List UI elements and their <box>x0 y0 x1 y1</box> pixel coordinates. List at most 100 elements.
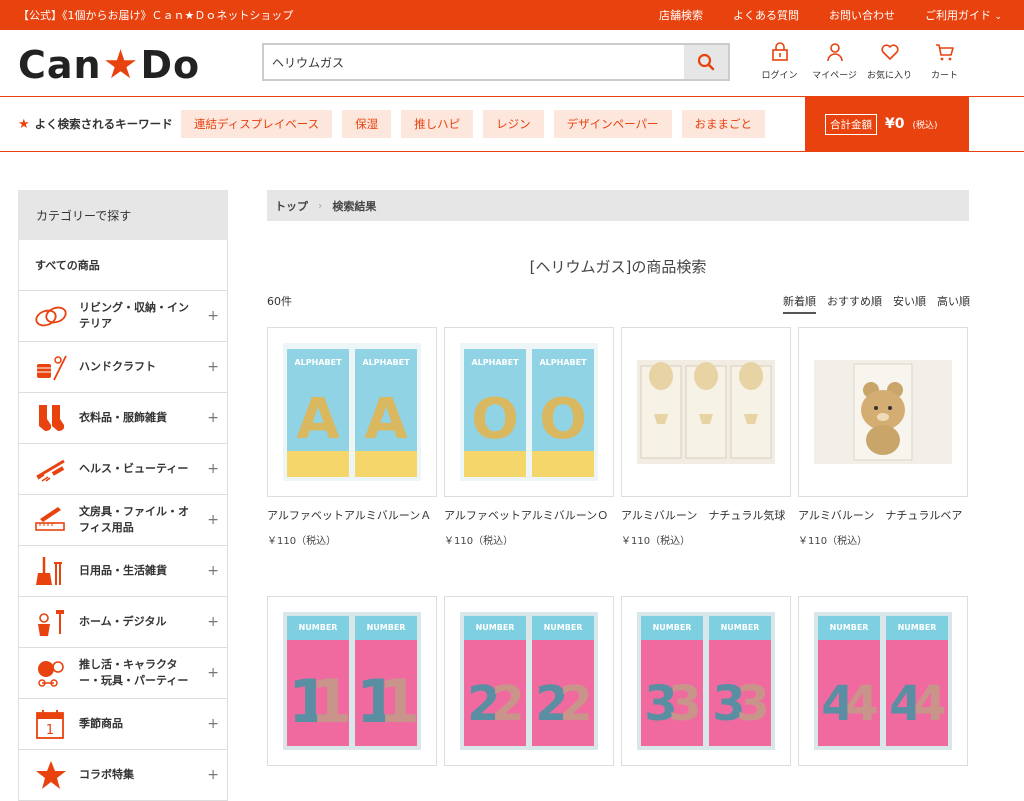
sidebar-item-beauty[interactable]: ヘルス・ビューティー + <box>18 444 228 495</box>
letter-o-gold: O <box>471 387 519 452</box>
product-image[interactable]: NUMBER NUMBER 3 3 3 3 <box>621 596 791 766</box>
sidebar-item-label: ハンドクラフト <box>79 360 156 373</box>
product-card[interactable]: NUMBER NUMBER 3 3 3 3 <box>621 596 791 766</box>
product-image[interactable]: ALPHABET ALPHABET A A <box>267 327 437 497</box>
total-tax: (税込) <box>912 120 938 131</box>
number-1-rose: 1 <box>310 667 352 737</box>
sidebar-item-home[interactable]: ホーム・デジタル + <box>18 597 228 648</box>
result-count: 60件 <box>267 295 292 308</box>
header-icons: ログイン マイページ お気に入り カート <box>752 42 972 81</box>
sidebar-item-label: ホーム・デジタル <box>79 615 167 628</box>
product-price: ￥110（税込） <box>267 536 337 547</box>
keyword-chip[interactable]: 保湿 <box>342 110 392 138</box>
sidebar-item-label: 季節商品 <box>79 717 123 730</box>
shop-name[interactable]: 【公式】《1個からお届け》Ｃａｎ★Ｄｏネットショップ <box>18 7 293 23</box>
svg-text:NUMBER: NUMBER <box>299 623 338 632</box>
sidebar-item-living[interactable]: リビング・収納・インテリア + <box>18 291 228 342</box>
product-name[interactable]: アルミバルーン ナチュラルベア <box>798 507 968 524</box>
product-image[interactable]: NUMBER NUMBER 1 1 1 1 <box>267 596 437 766</box>
search-button[interactable] <box>684 45 728 79</box>
logo-left: Can <box>18 43 102 87</box>
sidebar-item-seasonal[interactable]: 1 季節商品 + <box>18 699 228 750</box>
letter-o-gold: O <box>539 387 587 452</box>
person-icon <box>826 43 843 62</box>
heart-icon <box>880 44 899 60</box>
category-sidebar: カテゴリーで探す すべての商品 リビング・収納・インテリア + ハンドクラフト … <box>18 190 228 801</box>
keyword-chip[interactable]: おままごと <box>681 110 766 138</box>
product-card[interactable]: ALPHABET ALPHABET A A アルファベットアルミバルーンＡ ￥1… <box>267 327 437 547</box>
sidebar-item-daily[interactable]: 日用品・生活雑貨 + <box>18 546 228 597</box>
svg-text:1: 1 <box>46 723 54 738</box>
search-box <box>262 43 730 81</box>
keyword-chip[interactable]: デザインペーパー <box>553 110 672 138</box>
product-card[interactable]: NUMBER NUMBER 2 2 2 2 <box>444 596 614 766</box>
product-name[interactable]: アルファベットアルミバルーンＯ <box>444 507 614 524</box>
product-image[interactable] <box>798 327 968 497</box>
plus-icon: + <box>207 614 219 630</box>
sort-expensive[interactable]: 高い順 <box>937 293 970 314</box>
breadcrumb-top[interactable]: トップ <box>275 198 308 214</box>
product-card[interactable]: NUMBER NUMBER 1 1 1 1 <box>267 596 437 766</box>
sort-newest[interactable]: 新着順 <box>783 293 816 314</box>
keyword-title: ★ よく検索されるキーワード <box>18 116 173 132</box>
contact-link[interactable]: お問い合わせ <box>829 7 895 23</box>
stationery-icon <box>33 503 69 537</box>
product-image[interactable]: NUMBER NUMBER 4 4 4 4 <box>798 596 968 766</box>
guide-link[interactable]: ご利用ガイド ⌄ <box>925 7 1002 23</box>
product-card[interactable]: NUMBER NUMBER 4 4 4 4 <box>798 596 968 766</box>
search-input[interactable] <box>264 45 684 79</box>
cart-total[interactable]: 合計金額 ¥0 (税込) <box>805 97 969 151</box>
sidebar-item-label: 推し活・キャラクター・玩具・パーティー <box>79 658 189 687</box>
faq-link[interactable]: よくある質問 <box>733 7 799 23</box>
favorites-button[interactable]: お気に入り <box>862 42 917 81</box>
sort-recommended[interactable]: おすすめ順 <box>827 293 882 314</box>
svg-text:ALPHABET: ALPHABET <box>539 358 587 367</box>
socks-icon <box>33 401 69 435</box>
sort-cheapest[interactable]: 安い順 <box>893 293 926 314</box>
keyword-list: 連結ディスプレイベース 保湿 推しハピ レジン デザインペーパー おままごと <box>181 110 766 138</box>
keyword-chip[interactable]: 連結ディスプレイベース <box>181 110 333 138</box>
product-card[interactable]: アルミバルーン ナチュラル気球 ￥110（税込） <box>621 327 791 547</box>
plus-icon: + <box>207 563 219 579</box>
chevron-down-icon: ⌄ <box>994 12 1002 22</box>
svg-text:NUMBER: NUMBER <box>721 623 760 632</box>
number-2-rose: 2 <box>491 676 524 732</box>
sidebar-item-party[interactable]: 推し活・キャラクター・玩具・パーティー + <box>18 648 228 699</box>
keyword-chip[interactable]: 推しハピ <box>401 110 474 138</box>
mypage-button[interactable]: マイページ <box>807 42 862 81</box>
cart-button[interactable]: カート <box>917 42 972 81</box>
sidebar-item-handcraft[interactable]: ハンドクラフト + <box>18 342 228 393</box>
store-search-link[interactable]: 店舗検索 <box>659 7 703 23</box>
logo[interactable]: Can ★ Do <box>18 42 200 88</box>
top-links: 店舗検索 よくある質問 お問い合わせ ご利用ガイド ⌄ <box>659 7 1002 23</box>
product-card[interactable]: アルミバルーン ナチュラルベア ￥110（税込） <box>798 327 968 547</box>
product-name[interactable]: アルミバルーン ナチュラル気球 <box>621 507 791 524</box>
plus-icon: + <box>207 359 219 375</box>
svg-text:ALPHABET: ALPHABET <box>294 358 342 367</box>
sort-options: 新着順 おすすめ順 安い順 高い順 <box>783 293 970 314</box>
sidebar-item-label: 日用品・生活雑貨 <box>79 564 167 577</box>
product-card[interactable]: ALPHABET ALPHABET O O アルファベットアルミバルーンＯ ￥1… <box>444 327 614 547</box>
plus-icon: + <box>207 512 219 528</box>
plus-icon: + <box>207 410 219 426</box>
product-image[interactable]: ALPHABET ALPHABET O O <box>444 327 614 497</box>
letter-a-gold: A <box>364 387 408 452</box>
svg-text:NUMBER: NUMBER <box>476 623 515 632</box>
svg-text:NUMBER: NUMBER <box>653 623 692 632</box>
sidebar-item-clothing[interactable]: 衣料品・服飾雑貨 + <box>18 393 228 444</box>
keyword-chip[interactable]: レジン <box>483 110 544 138</box>
chevron-right-icon: › <box>318 199 323 212</box>
login-label: ログイン <box>761 71 798 81</box>
login-button[interactable]: ログイン <box>752 42 807 81</box>
product-price: ￥110（税込） <box>798 536 868 547</box>
product-image[interactable]: NUMBER NUMBER 2 2 2 2 <box>444 596 614 766</box>
sidebar-item-label: リビング・収納・インテリア <box>79 301 189 330</box>
sidebar-item-stationery[interactable]: 文房具・ファイル・オフィス用品 + <box>18 495 228 546</box>
sidebar-item-collab[interactable]: コラボ特集 + <box>18 750 228 801</box>
sidebar-item-label: コラボ特集 <box>79 768 134 781</box>
product-name[interactable]: アルファベットアルミバルーンＡ <box>267 507 437 524</box>
logo-star-icon: ★ <box>102 42 140 88</box>
product-image[interactable] <box>621 327 791 497</box>
lock-icon <box>771 42 788 61</box>
sidebar-item-all[interactable]: すべての商品 <box>18 240 228 291</box>
